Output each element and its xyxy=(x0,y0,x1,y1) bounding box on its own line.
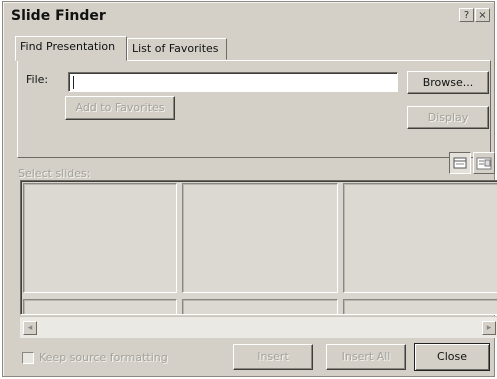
insert-label: Insert xyxy=(257,350,289,363)
insert-button[interactable]: Insert xyxy=(233,344,313,370)
tab-label: Find Presentation xyxy=(20,40,116,53)
add-to-favorites-label: Add to Favorites xyxy=(75,101,165,114)
slide-thumbnail[interactable] xyxy=(23,183,177,293)
close-icon: × xyxy=(478,10,487,21)
close-window-button[interactable]: × xyxy=(475,8,490,22)
display-label: Display xyxy=(427,111,469,124)
insert-all-label: Insert All xyxy=(341,350,391,363)
slide-thumbnail[interactable] xyxy=(343,183,497,293)
tab-label: List of Favorites xyxy=(132,42,219,55)
scroll-left-button[interactable]: ◂ xyxy=(23,321,37,335)
slide-finder-dialog: Slide Finder ? × Find Presentation List … xyxy=(2,1,497,377)
arrow-left-icon: ◂ xyxy=(27,323,33,333)
display-button[interactable]: Display xyxy=(407,106,489,129)
select-slides-label: Select slides: xyxy=(18,167,91,180)
file-label: File: xyxy=(26,73,49,86)
scroll-right-button[interactable]: ▸ xyxy=(482,321,496,335)
title-bar: Slide Finder ? × xyxy=(6,5,491,25)
arrow-right-icon: ▸ xyxy=(486,323,492,333)
slide-view-button[interactable] xyxy=(449,152,471,174)
title-list-view-button[interactable] xyxy=(473,152,495,174)
slide-thumbnail[interactable] xyxy=(182,183,338,293)
window-title: Slide Finder xyxy=(11,8,106,24)
tab-list-of-favorites[interactable]: List of Favorites xyxy=(127,38,227,60)
keep-source-formatting-label: Keep source formatting xyxy=(39,351,168,364)
help-icon: ? xyxy=(463,10,470,21)
keep-source-formatting-checkbox[interactable] xyxy=(22,352,34,364)
add-to-favorites-button[interactable]: Add to Favorites xyxy=(65,96,175,120)
tab-find-presentation[interactable]: Find Presentation xyxy=(15,36,127,61)
slide-thumbnail[interactable] xyxy=(23,299,177,314)
title-list-view-icon xyxy=(476,157,492,170)
close-button[interactable]: Close xyxy=(414,343,490,371)
slide-view-icon xyxy=(453,157,467,169)
insert-all-button[interactable]: Insert All xyxy=(326,344,406,370)
file-input[interactable] xyxy=(68,72,398,92)
close-label: Close xyxy=(437,350,467,363)
slide-thumbnail[interactable] xyxy=(182,299,338,314)
horizontal-scrollbar[interactable]: ◂ ▸ xyxy=(20,316,497,338)
browse-label: Browse... xyxy=(422,76,474,89)
slide-thumbnails-area[interactable] xyxy=(20,180,497,315)
slide-thumbnail[interactable] xyxy=(343,299,497,314)
text-caret xyxy=(73,76,74,89)
help-button[interactable]: ? xyxy=(459,8,474,22)
browse-button[interactable]: Browse... xyxy=(407,71,489,94)
